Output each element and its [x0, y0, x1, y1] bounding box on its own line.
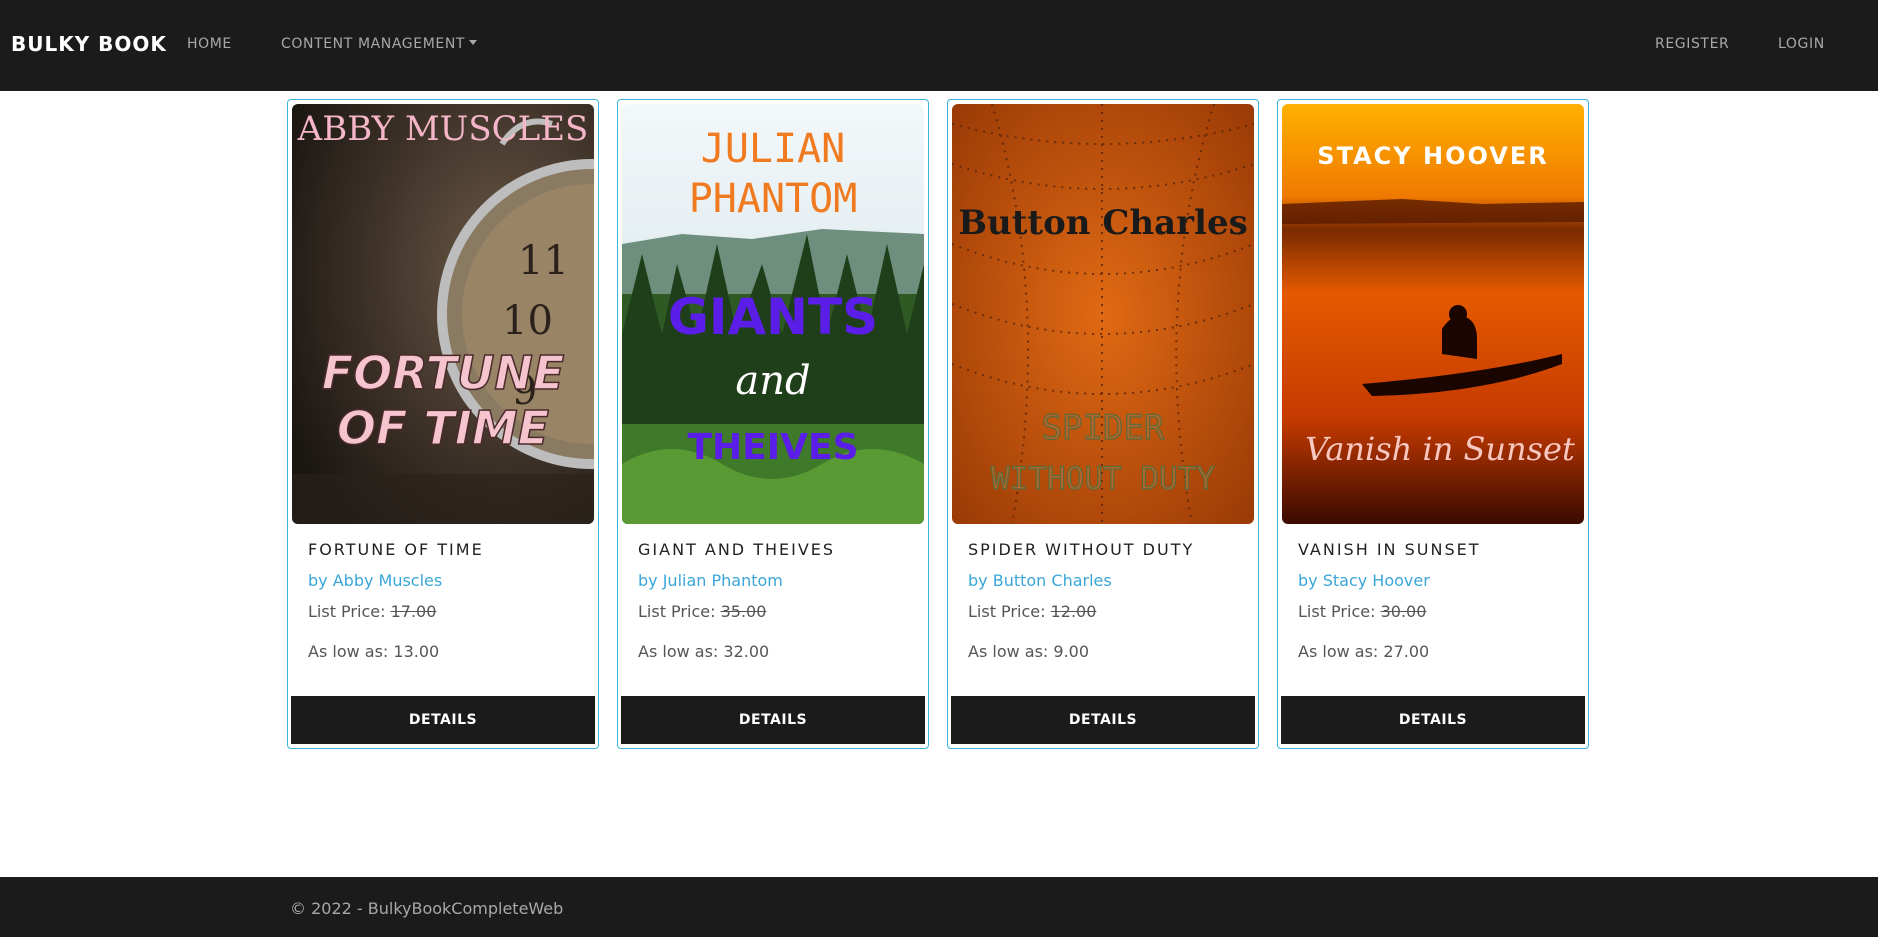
low-price: As low as: 27.00	[1298, 642, 1430, 661]
details-button[interactable]: DETAILS	[621, 696, 925, 744]
product-card-fortune-of-time: 11 10 9 ABBY MUSCLES FORTUNE OF TIME FOR…	[287, 99, 599, 749]
list-price-value: 30.00	[1380, 602, 1427, 621]
list-price-value: 35.00	[720, 602, 767, 621]
list-price: List Price: 12.00	[968, 602, 1096, 621]
cover-author-line1: JULIAN	[701, 126, 846, 172]
list-price: List Price: 17.00	[308, 602, 436, 621]
book-author: by Abby Muscles	[308, 571, 443, 590]
nav-register[interactable]: REGISTER	[1655, 36, 1729, 52]
brand-logo[interactable]: BULKY BOOK	[11, 32, 167, 56]
cover-title-line3: THEIVES	[687, 427, 858, 468]
low-price: As low as: 13.00	[308, 642, 440, 661]
footer: © 2022 - BulkyBookCompleteWeb	[0, 877, 1878, 937]
book-cover-image[interactable]: Button Charles SPIDER WITHOUT DUTY	[952, 104, 1254, 524]
caret-down-icon	[469, 40, 478, 45]
cover-title-line1: GIANTS	[668, 288, 878, 346]
book-cover-image[interactable]: STACY HOOVER Vanish in Sunset	[1282, 104, 1584, 524]
nav-content-management[interactable]: CONTENT MANAGEMENT	[281, 36, 478, 52]
cover-title-line1: SPIDER	[1042, 408, 1165, 448]
svg-text:10: 10	[502, 298, 553, 344]
book-cover-image[interactable]: JULIAN PHANTOM GIANTS and THEIVES	[622, 104, 924, 524]
nav-login[interactable]: LOGIN	[1778, 36, 1825, 52]
nav-home[interactable]: HOME	[187, 36, 232, 52]
details-button[interactable]: DETAILS	[951, 696, 1255, 744]
list-price-label: List Price:	[308, 602, 386, 621]
navbar: BULKY BOOK HOME CONTENT MANAGEMENT REGIS…	[0, 0, 1878, 91]
low-price: As low as: 32.00	[638, 642, 770, 661]
cover-author-line2: PHANTOM	[689, 176, 858, 222]
cover-title-line2: OF TIME	[337, 401, 549, 455]
product-card-giant-and-theives: JULIAN PHANTOM GIANTS and THEIVES GIANT …	[617, 99, 929, 749]
list-price: List Price: 30.00	[1298, 602, 1426, 621]
product-card-spider-without-duty: Button Charles SPIDER WITHOUT DUTY SPIDE…	[947, 99, 1259, 749]
product-card-vanish-in-sunset: STACY HOOVER Vanish in Sunset VANISH IN …	[1277, 99, 1589, 749]
list-price-value: 12.00	[1050, 602, 1097, 621]
book-author: by Julian Phantom	[638, 571, 783, 590]
cover-title-line2: and	[735, 358, 810, 404]
list-price-label: List Price:	[968, 602, 1046, 621]
details-button[interactable]: DETAILS	[1281, 696, 1585, 744]
cover-title-line2: WITHOUT DUTY	[991, 461, 1215, 497]
book-title: GIANT AND THEIVES	[638, 540, 836, 559]
book-cover-image[interactable]: 11 10 9 ABBY MUSCLES FORTUNE OF TIME	[292, 104, 594, 524]
list-price-label: List Price:	[638, 602, 716, 621]
footer-copyright: © 2022 - BulkyBookCompleteWeb	[290, 899, 564, 918]
details-button[interactable]: DETAILS	[291, 696, 595, 744]
book-author: by Stacy Hoover	[1298, 571, 1430, 590]
cover-title-line1: FORTUNE	[322, 346, 565, 400]
cover-title-text: Vanish in Sunset	[1305, 430, 1575, 468]
book-title: VANISH IN SUNSET	[1298, 540, 1481, 559]
nav-content-management-label: CONTENT MANAGEMENT	[281, 36, 466, 52]
book-author: by Button Charles	[968, 571, 1112, 590]
cover-author-text: STACY HOOVER	[1317, 142, 1548, 170]
list-price: List Price: 35.00	[638, 602, 766, 621]
cover-author-text: Button Charles	[958, 203, 1248, 243]
low-price: As low as: 9.00	[968, 642, 1090, 661]
book-title: FORTUNE OF TIME	[308, 540, 484, 559]
list-price-label: List Price:	[1298, 602, 1376, 621]
list-price-value: 17.00	[390, 602, 437, 621]
svg-text:11: 11	[518, 238, 569, 284]
cover-author-text: ABBY MUSCLES	[297, 109, 589, 149]
book-title: SPIDER WITHOUT DUTY	[968, 540, 1195, 559]
